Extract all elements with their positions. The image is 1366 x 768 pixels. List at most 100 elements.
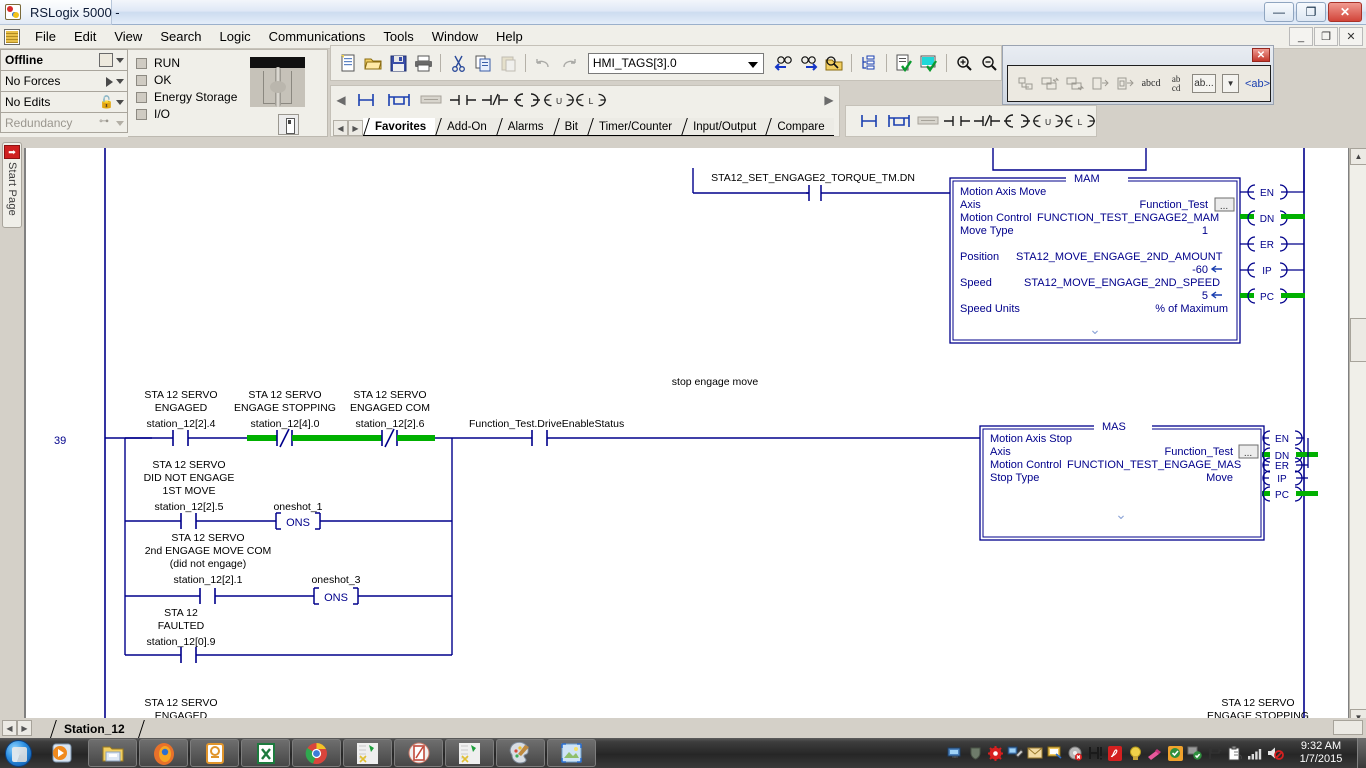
status-row-offline[interactable]: Offline — [0, 49, 128, 70]
chevron-down-icon[interactable] — [116, 79, 124, 84]
copy-icon[interactable] — [472, 51, 495, 75]
shield-icon[interactable] — [965, 738, 985, 768]
flag-icon[interactable] — [1205, 738, 1225, 768]
menu-item-view[interactable]: View — [105, 26, 151, 47]
chevron-down-icon[interactable]: ▼ — [1222, 74, 1239, 93]
otu-coil-icon[interactable]: U — [1032, 108, 1064, 134]
status-row-forces[interactable]: No Forces — [0, 70, 128, 91]
tag-combo-box[interactable]: HMI_TAGS[3].0 — [588, 53, 765, 74]
disc-icon[interactable] — [1065, 738, 1085, 768]
contact-9-tag[interactable]: Function_Test.DriveEnableStatus — [469, 418, 624, 430]
contact-4-tag[interactable]: station_12[2].5 — [155, 501, 224, 513]
tab-input-output[interactable]: Input/Output — [681, 118, 765, 136]
mas-axis-browse-button[interactable]: ... — [1244, 448, 1252, 459]
abcd-text-icon[interactable]: abcd — [1141, 73, 1160, 95]
mas-expand-icon[interactable]: ⌄ — [1115, 506, 1127, 522]
mam-expand-icon[interactable]: ⌄ — [1089, 321, 1101, 337]
menu-item-help[interactable]: Help — [487, 26, 532, 47]
print-icon[interactable] — [412, 51, 435, 75]
new-rung-icon[interactable] — [351, 87, 383, 113]
import-icon[interactable] — [1116, 73, 1135, 95]
ote-coil-icon[interactable] — [1002, 108, 1032, 134]
ons-3-tag[interactable]: oneshot_3 — [311, 574, 360, 586]
xic-contact-icon[interactable] — [942, 108, 972, 134]
xio-contact-icon[interactable] — [479, 87, 511, 113]
screen-icon[interactable] — [1045, 738, 1065, 768]
new-branch-icon[interactable] — [383, 87, 415, 113]
otl-coil-icon[interactable]: L — [1064, 108, 1096, 134]
network-icon[interactable] — [945, 738, 965, 768]
close-button[interactable]: ✕ — [1328, 2, 1362, 22]
menu-item-edit[interactable]: Edit — [65, 26, 105, 47]
taskbar-notepad[interactable] — [394, 739, 443, 767]
taskbar-media-player[interactable] — [37, 739, 86, 767]
tab-timer-counter[interactable]: Timer/Counter — [587, 118, 681, 136]
scroll-up-icon[interactable]: ▲ — [1350, 148, 1366, 165]
taskbar-rslogix-2[interactable] — [445, 739, 494, 767]
ab-tag-icon[interactable]: <ab> — [1245, 78, 1270, 90]
lamp-icon[interactable] — [1125, 738, 1145, 768]
h-icon[interactable] — [1085, 738, 1105, 768]
scrollbar-thumb[interactable] — [1350, 318, 1366, 362]
tab-scroll-left-icon[interactable]: ◀ — [333, 120, 348, 136]
zoom-in-icon[interactable] — [953, 51, 976, 75]
otu-coil-icon[interactable]: U — [543, 87, 575, 113]
taskbar-photo-viewer[interactable] — [547, 739, 596, 767]
ladder-diagram-canvas[interactable]: STA12_SET_ENGAGE2_TORQUE_TM.DN MAM Motio… — [26, 148, 1348, 726]
mail-icon[interactable] — [1025, 738, 1045, 768]
new-rung-icon[interactable] — [856, 108, 885, 134]
ab-cd-text-icon[interactable]: ab cd — [1167, 73, 1186, 95]
taskbar-excel[interactable] — [241, 739, 290, 767]
red-gear-icon[interactable] — [985, 738, 1005, 768]
mdi-close-button[interactable]: ✕ — [1339, 27, 1363, 46]
xic-contact-icon[interactable] — [447, 87, 479, 113]
chevron-down-icon[interactable] — [748, 62, 758, 68]
green-check-icon[interactable] — [1185, 738, 1205, 768]
routine-tab-station12[interactable]: Station_12 — [48, 720, 139, 738]
status-row-edits[interactable]: No Edits 🔓 — [0, 91, 128, 112]
menu-item-logic[interactable]: Logic — [211, 26, 260, 47]
menu-item-tools[interactable]: Tools — [374, 26, 422, 47]
pink-tool-icon[interactable] — [1145, 738, 1165, 768]
menu-item-communications[interactable]: Communications — [260, 26, 375, 47]
taskbar-rslogix[interactable] — [343, 739, 392, 767]
signal-icon[interactable] — [1245, 738, 1265, 768]
minimize-button[interactable]: — — [1264, 2, 1294, 22]
find-previous-icon[interactable] — [772, 51, 795, 75]
contact-6-tag[interactable]: station_12[2].1 — [174, 574, 243, 586]
contact-2-tag[interactable]: station_12[4].0 — [251, 418, 320, 430]
start-button[interactable] — [0, 738, 36, 768]
tab-favorites[interactable]: Favorites — [363, 118, 435, 136]
contact-1-tag[interactable]: station_12[2].4 — [147, 418, 216, 430]
install-icon[interactable] — [1005, 738, 1025, 768]
export-icon[interactable] — [1091, 73, 1110, 95]
contact-3-tag[interactable]: station_12[2].6 — [356, 418, 425, 430]
tab-first-icon[interactable]: ◀ — [2, 720, 17, 736]
taskbar-chrome[interactable] — [292, 739, 341, 767]
tab-add-on[interactable]: Add-On — [435, 118, 496, 136]
ladder-vertical-scrollbar[interactable]: ▲ ▼ — [1349, 148, 1366, 726]
taskbar-clock[interactable]: 9:32 AM 1/7/2015 — [1285, 740, 1357, 766]
scroll-right-icon[interactable]: ▶ — [819, 87, 839, 113]
chevron-down-icon[interactable] — [116, 100, 124, 105]
cross-reference-icon[interactable] — [1016, 73, 1035, 95]
zoom-out-icon[interactable] — [978, 51, 1001, 75]
ote-coil-icon[interactable] — [511, 87, 543, 113]
find-next-icon[interactable] — [797, 51, 820, 75]
menu-item-window[interactable]: Window — [423, 26, 487, 47]
browse-icon[interactable] — [822, 51, 845, 75]
hscroll-thumb[interactable] — [1333, 720, 1363, 735]
tab-alarms[interactable]: Alarms — [496, 118, 553, 136]
show-desktop-button[interactable] — [1357, 738, 1366, 768]
contact-8-tag[interactable]: station_12[0].9 — [147, 636, 216, 648]
orange-check-icon[interactable] — [1165, 738, 1185, 768]
taskbar-paint[interactable] — [496, 739, 545, 767]
mdi-restore-button[interactable]: ❐ — [1314, 27, 1338, 46]
tree-view-icon[interactable] — [858, 51, 881, 75]
close-icon[interactable]: ✕ — [1252, 48, 1270, 62]
taskbar-firefox[interactable] — [139, 739, 188, 767]
taskbar-explorer[interactable] — [88, 739, 137, 767]
ons-1-tag[interactable]: oneshot_1 — [273, 501, 322, 513]
restore-button[interactable]: ❐ — [1296, 2, 1326, 22]
scroll-left-icon[interactable]: ◀ — [331, 87, 351, 113]
